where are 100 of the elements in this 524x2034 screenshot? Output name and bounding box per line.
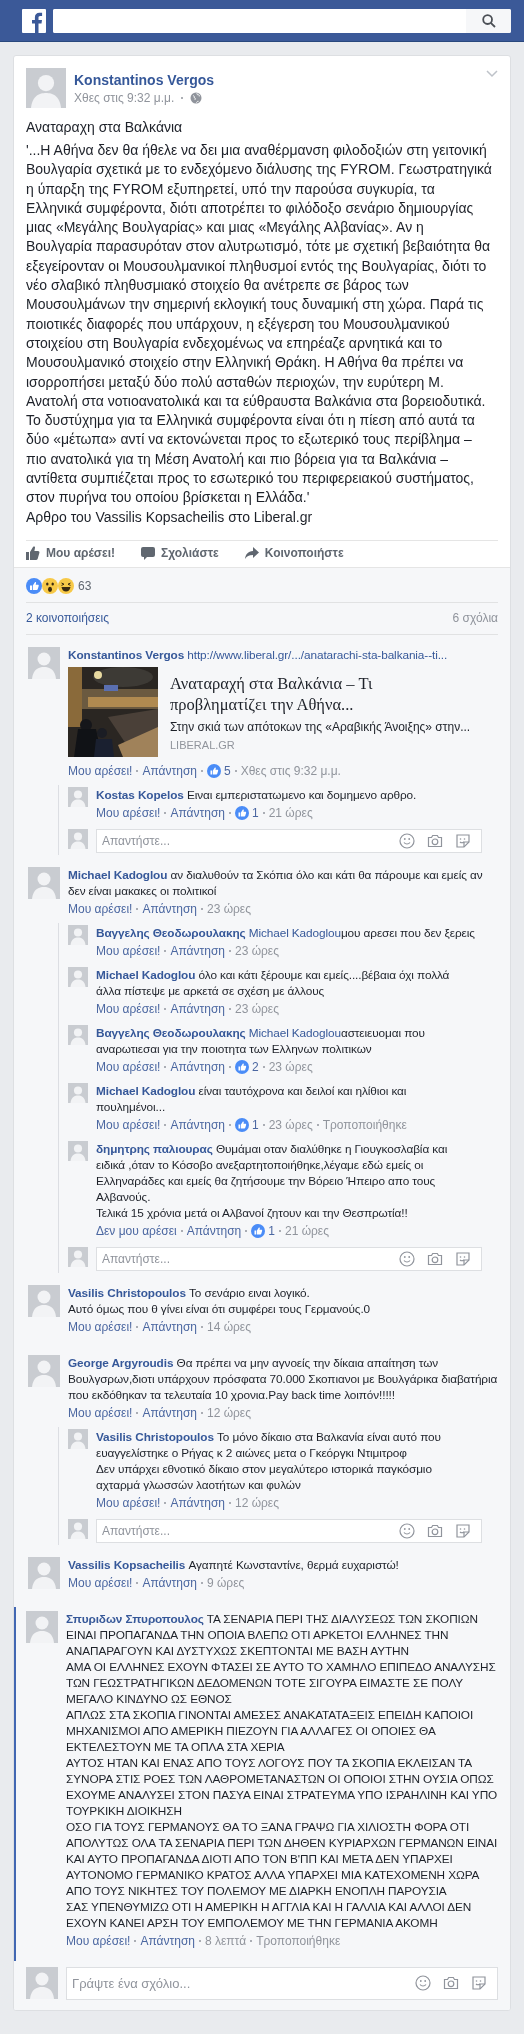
reply-box[interactable]: Απαντήστε... <box>96 1246 482 1271</box>
avatar[interactable] <box>26 1610 58 1643</box>
author-link[interactable]: Vassilis Kopsacheilis <box>68 1557 186 1572</box>
reply-link[interactable]: Απάντηση <box>142 1404 197 1421</box>
avatar[interactable] <box>68 924 88 945</box>
reply-link[interactable]: Απάντηση <box>170 1494 225 1511</box>
preview-title[interactable]: Αναταραχή στα Βαλκάνια – Τι προβληματίζει την Αθήνα... <box>170 672 415 715</box>
mention-link[interactable]: Michael Kadoglou <box>248 925 341 940</box>
sticker-icon[interactable] <box>471 1975 487 1992</box>
shares-link[interactable]: 2 κοινοποιήσεις <box>26 610 110 625</box>
author-link[interactable]: Konstantinos Vergos <box>68 647 185 662</box>
avatar[interactable] <box>28 1354 60 1387</box>
avatar[interactable] <box>68 1140 88 1161</box>
author-link[interactable]: Βαγγελης Θεοδωρουλακης <box>96 1025 246 1040</box>
comment-button[interactable]: Σχολιάστε <box>141 543 219 562</box>
reply-input[interactable]: Απαντήστε... <box>97 1251 399 1266</box>
avatar[interactable] <box>68 786 88 807</box>
emoji-icon[interactable] <box>399 832 415 849</box>
post-time[interactable]: Χθες στις 9:32 μ.μ. <box>74 91 175 105</box>
avatar[interactable] <box>28 1284 60 1317</box>
avatar[interactable] <box>26 1966 58 1999</box>
avatar[interactable] <box>68 1024 88 1045</box>
avatar[interactable] <box>68 1518 88 1539</box>
like-link[interactable]: Μου αρέσει! <box>96 942 161 959</box>
camera-icon[interactable] <box>443 1975 459 1992</box>
reply-input[interactable]: Απαντήστε... <box>97 1523 399 1538</box>
chevron-down-icon[interactable] <box>486 70 498 78</box>
like-link[interactable]: Μου αρέσει! <box>68 1574 133 1591</box>
reply-link[interactable]: Απάντηση <box>142 1318 197 1335</box>
share-button[interactable]: Κοινοποιήστε <box>244 543 344 562</box>
like-link[interactable]: Μου αρέσει! <box>96 1116 161 1133</box>
author-link[interactable]: Konstantinos Vergos <box>74 72 215 88</box>
author-link[interactable]: Michael Kadoglou <box>96 1083 196 1098</box>
reply-input[interactable]: Απαντήστε... <box>97 833 399 848</box>
like-icon <box>207 763 221 778</box>
reply-link[interactable]: Απάντηση <box>170 942 225 959</box>
comments-count-link[interactable]: 6 σχόλια <box>452 610 498 625</box>
camera-icon[interactable] <box>427 1522 443 1539</box>
reply-link[interactable]: Απάντηση <box>186 1222 242 1239</box>
like-link[interactable]: Μου αρέσει! <box>66 1932 131 1949</box>
avatar[interactable] <box>28 1556 60 1589</box>
reply-link[interactable]: Απάντηση <box>170 1000 225 1017</box>
author-link[interactable]: δημητρης παλιουρας <box>96 1141 213 1156</box>
reply-link[interactable]: Απάντηση <box>170 804 225 821</box>
reply-link[interactable]: Απάντηση <box>170 1116 225 1133</box>
comment-time: 8 λεπτά <box>205 1932 247 1949</box>
like-link[interactable]: Μου αρέσει! <box>68 1318 133 1335</box>
author-link[interactable]: Βαγγελης Θεοδωρουλακης <box>96 925 246 940</box>
reply-link[interactable]: Απάντηση <box>142 1574 197 1591</box>
like-link[interactable]: Δεν μου αρέσει <box>96 1222 177 1239</box>
author-link[interactable]: Michael Kadoglou <box>96 967 196 982</box>
like-link[interactable]: Μου αρέσει! <box>96 1000 161 1017</box>
reaction-count[interactable]: 63 <box>78 578 92 593</box>
search-button[interactable] <box>466 8 511 33</box>
edited-label: Τροποποιήθηκε <box>322 1116 407 1133</box>
reply-link[interactable]: Απάντηση <box>142 762 197 779</box>
camera-icon[interactable] <box>427 1250 443 1267</box>
author-link[interactable]: George Argyroudis <box>68 1355 174 1370</box>
reply-link[interactable]: Απάντηση <box>170 1058 225 1075</box>
facebook-logo[interactable] <box>22 8 46 33</box>
url-link[interactable]: http://www.liberal.gr/.../anatarachi-sta-balkania--ti... <box>187 647 448 662</box>
like-link[interactable]: Μου αρέσει! <box>68 762 133 779</box>
author-link[interactable]: Kostas Kopelos <box>96 787 184 802</box>
like-count: 1 <box>268 1222 275 1239</box>
author-link[interactable]: Vasilis Christopoulos <box>96 1429 214 1444</box>
avatar[interactable] <box>68 1082 88 1103</box>
comment-box[interactable]: Γράψτε ένα σχόλιο... <box>66 1966 498 2000</box>
sticker-icon[interactable] <box>455 1250 471 1267</box>
sticker-icon[interactable] <box>455 1522 471 1539</box>
reply-link[interactable]: Απάντηση <box>142 900 197 917</box>
comment-time: 21 ώρες <box>268 804 313 821</box>
reply-box[interactable]: Απαντήστε... <box>96 828 482 853</box>
reply-link[interactable]: Απάντηση <box>140 1932 195 1949</box>
comment-time: 14 ώρες <box>207 1318 251 1335</box>
comment-text: Βαγγελης Θεοδωρουλακης Michael Kadoglouαστειευομαι που αναρωτιεσαι για την ποιοτητα των Ελληνων πολιτικων <box>96 1024 426 1057</box>
author-link[interactable]: Σπυριδων Σπυροπουλος <box>66 1611 204 1626</box>
like-link[interactable]: Μου αρέσει! <box>68 900 133 917</box>
like-button[interactable]: Μου αρέσει! <box>26 543 116 562</box>
sticker-icon[interactable] <box>455 832 471 849</box>
emoji-icon[interactable] <box>399 1250 415 1267</box>
avatar[interactable] <box>28 646 60 679</box>
avatar[interactable] <box>68 828 88 849</box>
avatar[interactable] <box>68 966 88 987</box>
reply-box[interactable]: Απαντήστε... <box>96 1518 482 1543</box>
avatar[interactable] <box>68 1246 88 1267</box>
avatar[interactable] <box>26 68 66 108</box>
emoji-icon[interactable] <box>399 1522 415 1539</box>
comment-input[interactable]: Γράψτε ένα σχόλιο... <box>67 1975 415 1991</box>
author-link[interactable]: Michael Kadoglou <box>68 867 168 882</box>
like-link[interactable]: Μου αρέσει! <box>96 804 161 821</box>
mention-link[interactable]: Michael Kadoglou <box>248 1025 341 1040</box>
like-link[interactable]: Μου αρέσει! <box>96 1058 161 1075</box>
like-count: 5 <box>224 762 231 779</box>
camera-icon[interactable] <box>427 832 443 849</box>
like-link[interactable]: Μου αρέσει! <box>96 1494 161 1511</box>
emoji-icon[interactable] <box>415 1975 431 1992</box>
avatar[interactable] <box>68 1428 88 1449</box>
like-link[interactable]: Μου αρέσει! <box>68 1404 133 1421</box>
author-link[interactable]: Vasilis Christopoulos <box>68 1285 186 1300</box>
avatar[interactable] <box>28 866 60 899</box>
